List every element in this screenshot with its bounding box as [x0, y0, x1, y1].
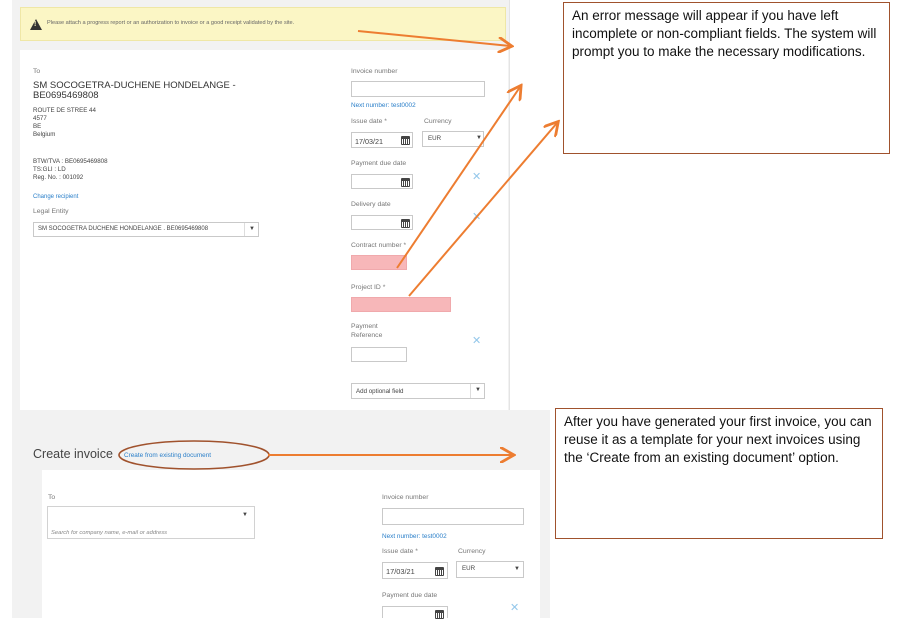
arrow-project	[408, 123, 557, 297]
highlight-ellipse	[118, 440, 270, 470]
arrow-alert	[357, 30, 510, 46]
arrow-contract	[396, 87, 520, 269]
annotation-arrows	[118, 30, 900, 470]
